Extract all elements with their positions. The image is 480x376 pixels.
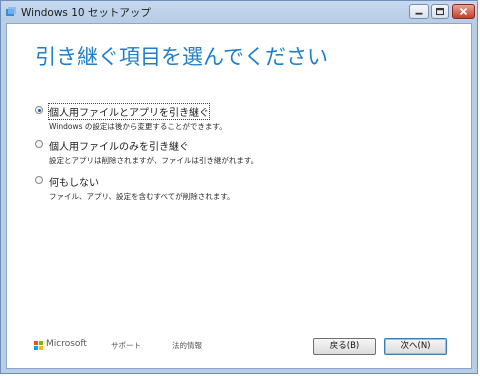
maximize-button[interactable] (431, 4, 449, 19)
option-label[interactable]: 個人用ファイルのみを引き継ぐ (49, 138, 189, 153)
page-title: 引き継ぐ項目を選んでください (35, 45, 328, 69)
option-description: 設定とアプリは削除されますが、ファイルは引き継がれます。 (49, 156, 259, 165)
setup-app-icon (6, 7, 16, 16)
setup-content-panel: 引き継ぐ項目を選んでください 個人用ファイルとアプリを引き継ぐ Windows … (6, 23, 472, 369)
back-button[interactable]: 戻る(B) (313, 338, 376, 355)
microsoft-brand: Microsoft (46, 339, 87, 349)
setup-window: Windows 10 セットアップ 引き継ぐ項目を選んでください 個人用ファイル… (0, 0, 478, 374)
close-button[interactable] (452, 4, 475, 19)
next-button[interactable]: 次へ(N) (384, 338, 447, 355)
maximize-icon (436, 7, 444, 16)
option-label[interactable]: 個人用ファイルとアプリを引き継ぐ (48, 103, 210, 120)
window-title: Windows 10 セットアップ (21, 7, 151, 19)
option-description: Windows の設定は後から変更することができます。 (49, 122, 227, 131)
microsoft-logo-icon (34, 341, 43, 350)
option-description: ファイル、アプリ、設定を含むすべてが削除されます。 (49, 192, 235, 201)
title-bar[interactable]: Windows 10 セットアップ (1, 1, 477, 23)
option-label[interactable]: 何もしない (49, 174, 99, 189)
minimize-icon (415, 12, 423, 15)
radio-unselected-icon[interactable] (35, 140, 43, 148)
legal-link[interactable]: 法的情報 (172, 340, 202, 351)
close-icon (459, 7, 468, 16)
minimize-button[interactable] (409, 4, 429, 19)
support-link[interactable]: サポート (111, 340, 141, 351)
radio-selected-icon[interactable] (35, 106, 43, 114)
radio-unselected-icon[interactable] (35, 176, 43, 184)
